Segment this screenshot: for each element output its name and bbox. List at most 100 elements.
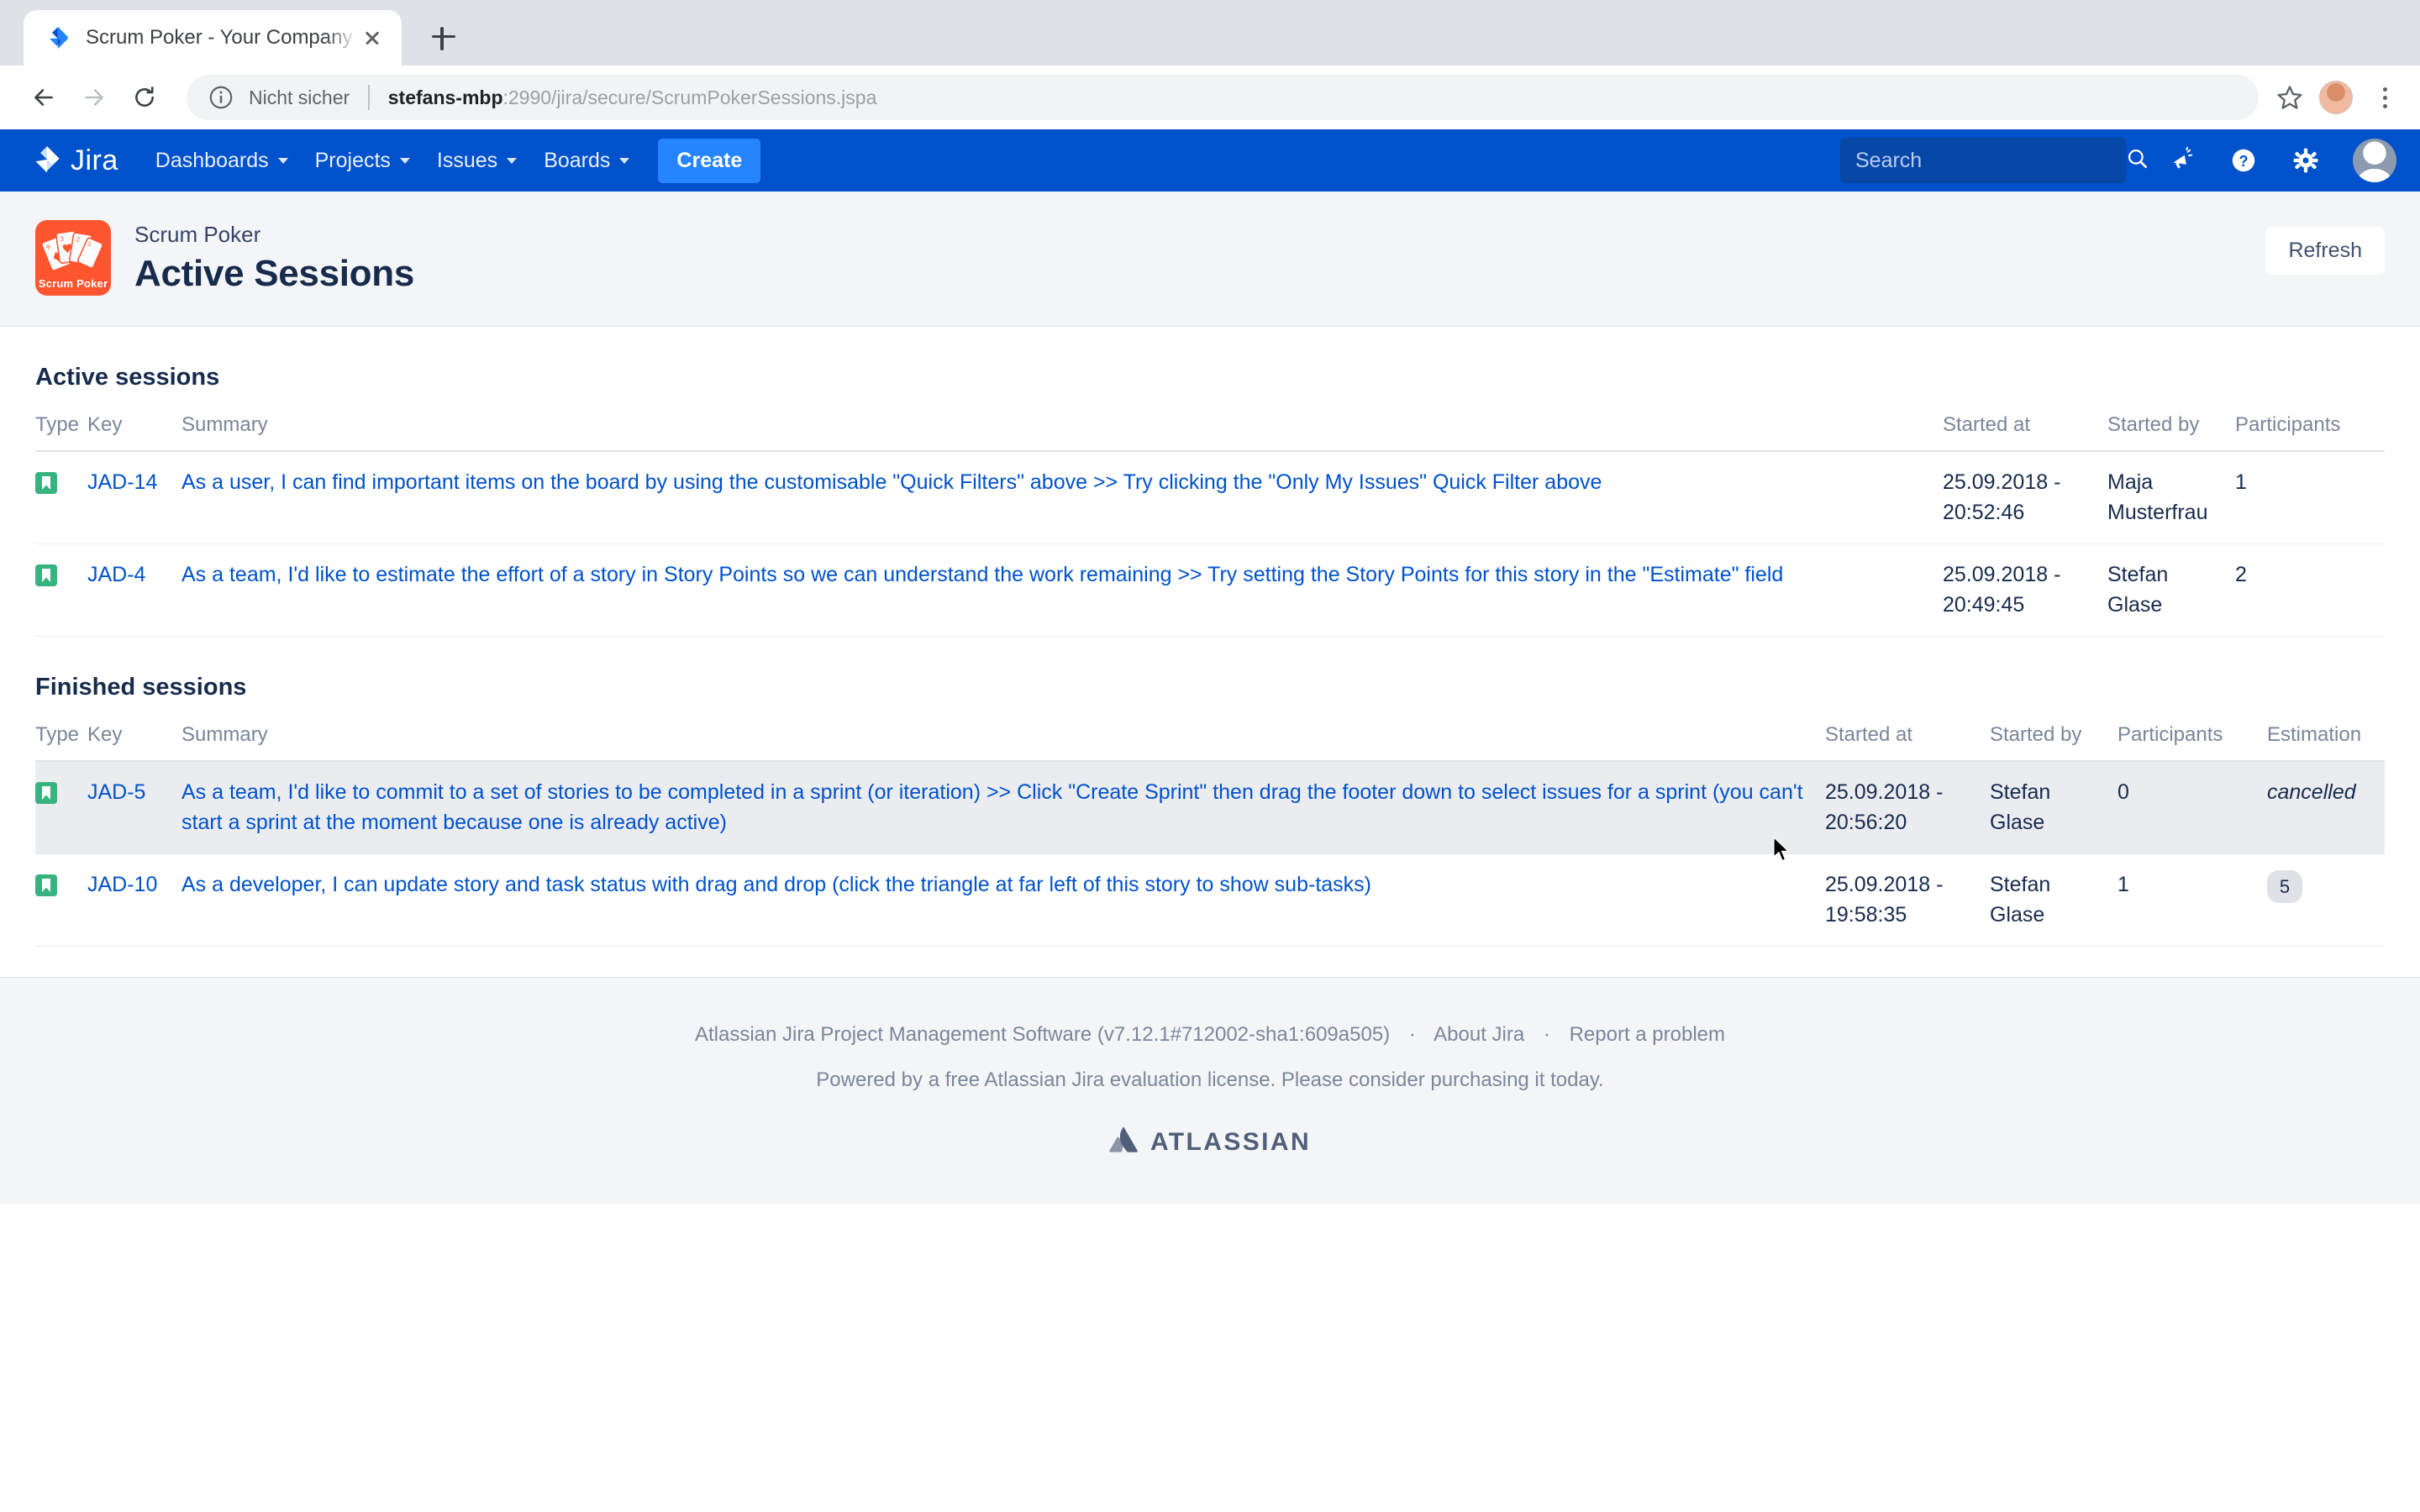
cell-key: JAD-4	[87, 543, 182, 637]
back-arrow-icon[interactable]	[18, 72, 69, 123]
page-header: 9 3 2 5 Scrum Poker Scrum Poker Active S…	[0, 192, 2420, 327]
estimation-cancelled-label: cancelled	[2267, 780, 2356, 804]
cell-type	[35, 761, 87, 854]
active-sessions-heading: Active sessions	[35, 364, 220, 391]
cell-started-by: Maja Musterfrau	[2107, 451, 2235, 544]
tab-title: Scrum Poker - Your Company J	[86, 26, 358, 49]
address-bar[interactable]: Nicht sicher stefans-mbp:2990/jira/secur…	[187, 75, 2259, 120]
report-problem-link[interactable]: Report a problem	[1570, 1023, 1725, 1046]
column-header-key: Key	[87, 723, 182, 762]
cell-type	[35, 543, 87, 637]
cell-participants: 1	[2235, 451, 2385, 544]
cell-estimation: 5	[2267, 853, 2385, 947]
footer-separator: ·	[1408, 1023, 1416, 1046]
issue-key-link[interactable]: JAD-10	[87, 873, 157, 896]
chevron-down-icon	[399, 157, 410, 164]
browser-profile-avatar[interactable]	[2319, 81, 2353, 114]
scrum-poker-logo-icon: 9 3 2 5 Scrum Poker	[35, 220, 111, 296]
cell-participants: 2	[2235, 543, 2385, 637]
issue-key-link[interactable]: JAD-4	[87, 563, 145, 586]
omnibox-divider	[368, 85, 370, 110]
column-header-type: Type	[35, 723, 87, 762]
cell-summary: As a developer, I can update story and t…	[182, 853, 1825, 947]
cell-participants: 1	[2118, 853, 2267, 947]
story-issue-type-icon	[35, 874, 57, 896]
nav-item-label: Projects	[314, 148, 391, 172]
about-jira-link[interactable]: About Jira	[1434, 1023, 1524, 1046]
page-subtitle: Scrum Poker	[134, 222, 261, 247]
cell-started-by: Stefan Glase	[1990, 853, 2118, 947]
help-question-icon[interactable]: ?	[2217, 134, 2270, 187]
new-tab-button[interactable]	[420, 13, 467, 60]
atlassian-logo-icon	[1109, 1127, 1138, 1157]
nav-item-projects[interactable]: Projects	[302, 129, 424, 192]
jira-home-logo[interactable]: Jira	[32, 144, 118, 177]
chevron-down-icon	[277, 157, 288, 164]
active-sessions-table: Type Key Summary Started at Started by P…	[35, 413, 2385, 637]
cell-summary: As a team, I'd like to commit to a set o…	[182, 761, 1825, 854]
jira-logo-text: Jira	[71, 144, 118, 176]
table-row[interactable]: JAD-4 As a team, I'd like to estimate th…	[35, 543, 2385, 637]
issue-summary-link[interactable]: As a developer, I can update story and t…	[182, 873, 1371, 896]
issue-key-link[interactable]: JAD-5	[87, 780, 145, 804]
gear-settings-icon[interactable]	[2279, 134, 2333, 187]
footer-separator: ·	[1543, 1023, 1550, 1046]
column-header-participants: Participants	[2235, 413, 2385, 452]
status-badge: 5	[2267, 870, 2302, 904]
reload-icon[interactable]	[119, 72, 170, 123]
info-circle-icon[interactable]	[208, 85, 234, 110]
issue-summary-link[interactable]: As a user, I can find important items on…	[182, 470, 1602, 494]
nav-item-boards[interactable]: Boards	[530, 129, 643, 192]
issue-key-link[interactable]: JAD-14	[87, 470, 157, 494]
cell-type	[35, 853, 87, 947]
user-avatar-icon[interactable]	[2353, 139, 2396, 182]
cell-started-at: 25.09.2018 - 20:52:46	[1943, 451, 2107, 544]
search-input[interactable]	[1855, 148, 2126, 173]
close-icon[interactable]	[358, 24, 387, 52]
address-bar-url: stefans-mbp:2990/jira/secure/ScrumPokerS…	[388, 87, 877, 109]
finished-sessions-table: Type Key Summary Started at Started by P…	[35, 723, 2385, 947]
nav-item-dashboards[interactable]: Dashboards	[142, 129, 302, 192]
nav-item-issues[interactable]: Issues	[424, 129, 530, 192]
cell-summary: As a user, I can find important items on…	[182, 451, 1943, 544]
cell-summary: As a team, I'd like to estimate the effo…	[182, 543, 1943, 637]
create-button[interactable]: Create	[658, 138, 761, 183]
cell-started-at: 25.09.2018 - 19:58:35	[1825, 853, 1990, 947]
story-issue-type-icon	[35, 782, 57, 804]
search-icon[interactable]	[2126, 147, 2149, 175]
nav-right-group: ?	[1840, 134, 2396, 187]
three-dots-menu-icon[interactable]	[2368, 79, 2402, 116]
atlassian-logo: ATLASSIAN	[1109, 1127, 1311, 1157]
column-header-started-at: Started at	[1943, 413, 2107, 452]
table-row[interactable]: JAD-10 As a developer, I can update stor…	[35, 853, 2385, 947]
table-row[interactable]: JAD-14 As a user, I can find important i…	[35, 451, 2385, 544]
scrum-poker-logo-caption: Scrum Poker	[38, 277, 108, 290]
refresh-button[interactable]: Refresh	[2265, 227, 2385, 275]
cell-key: JAD-10	[87, 853, 182, 947]
page-header-text: Scrum Poker Active Sessions	[134, 220, 414, 295]
table-header-row: Type Key Summary Started at Started by P…	[35, 723, 2385, 762]
story-issue-type-icon	[35, 472, 57, 494]
star-icon[interactable]	[2275, 83, 2304, 112]
page-title: Active Sessions	[134, 253, 414, 294]
cell-key: JAD-14	[87, 451, 182, 544]
story-issue-type-icon	[35, 564, 57, 586]
tab-strip: Scrum Poker - Your Company J	[0, 0, 2420, 66]
megaphone-icon[interactable]	[2154, 134, 2208, 187]
browser-tab[interactable]: Scrum Poker - Your Company J	[24, 10, 402, 66]
security-status-label: Nicht sicher	[249, 86, 350, 108]
column-header-started-by: Started by	[1990, 723, 2118, 762]
url-host: stefans-mbp	[387, 86, 503, 108]
column-header-started-by: Started by	[2107, 413, 2235, 452]
issue-summary-link[interactable]: As a team, I'd like to estimate the effo…	[182, 563, 1783, 586]
cell-started-by: Stefan Glase	[1990, 761, 2118, 854]
browser-toolbar: Nicht sicher stefans-mbp:2990/jira/secur…	[0, 66, 2420, 129]
chevron-down-icon	[507, 157, 518, 164]
url-path: :2990/jira/secure/ScrumPokerSessions.jsp…	[502, 86, 877, 108]
issue-summary-link[interactable]: As a team, I'd like to commit to a set o…	[182, 780, 1803, 834]
cell-started-by: Stefan Glase	[2107, 543, 2235, 637]
table-row[interactable]: JAD-5 As a team, I'd like to commit to a…	[35, 761, 2385, 854]
cell-participants: 0	[2118, 761, 2267, 854]
search-box[interactable]	[1840, 138, 2147, 183]
svg-text:?: ?	[2238, 153, 2248, 170]
